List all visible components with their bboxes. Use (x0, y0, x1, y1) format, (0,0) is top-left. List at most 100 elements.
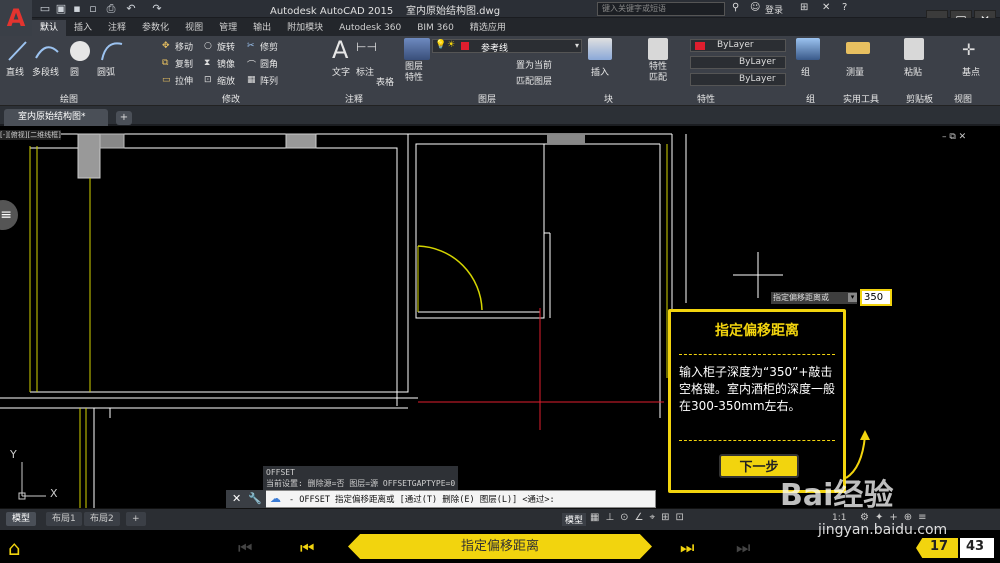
move-button[interactable]: 移动 (175, 40, 193, 53)
new-tab-icon[interactable]: + (116, 111, 132, 125)
arrow-down-icon[interactable]: ▾ (848, 293, 857, 302)
color-swatch (695, 42, 705, 50)
linetype-value: ByLayer (739, 57, 776, 67)
close-command-icon[interactable]: ✕ (232, 492, 241, 505)
fillet-button[interactable]: 圆角 (260, 57, 278, 70)
tab-view[interactable]: 视图 (177, 20, 211, 36)
status-toggles[interactable]: ▦⊥⊙∠⌖⊞⊡ (590, 512, 690, 523)
cloud-icon: ☁ (270, 492, 281, 505)
dimension-icon[interactable]: ⊢⊣ (356, 40, 377, 54)
ucs-icon (18, 462, 46, 500)
undo-icon[interactable]: ↶ (124, 2, 138, 15)
application-menu-button[interactable]: A (0, 0, 32, 36)
previous-step-icon[interactable]: ⏮ (300, 538, 314, 558)
match-layer-button[interactable]: 匹配图层 (516, 74, 552, 87)
model-space-button[interactable]: 模型 (562, 513, 587, 526)
tab-bim360[interactable]: BIM 360 (409, 20, 462, 36)
arc-button[interactable]: 圆弧 (97, 65, 115, 78)
groups-panel-label[interactable]: 组 (806, 92, 815, 105)
command-history-line-1: OFFSET (266, 468, 295, 477)
mirror-button[interactable]: 镜像 (217, 57, 235, 70)
open-file-icon[interactable]: ▣ (54, 2, 68, 15)
stretch-button[interactable]: 拉伸 (175, 74, 193, 87)
tab-default[interactable]: 默认 (32, 20, 67, 36)
block-panel-label[interactable]: 块 (604, 92, 613, 105)
cart-icon[interactable]: ⊞ (800, 2, 808, 13)
clipboard-panel-label[interactable]: 剪贴板 (906, 92, 933, 105)
tab-annotate[interactable]: 注释 (100, 20, 134, 36)
help-icon[interactable]: ? (842, 2, 847, 13)
callout-body: 输入柜子深度为“350”+敲击空格键。室内酒柜的深度一般在300-350mm左右… (679, 365, 836, 413)
add-layout-icon[interactable]: + (126, 512, 146, 526)
properties-panel-label[interactable]: 特性 (697, 92, 715, 105)
tab-layout1[interactable]: 布局1 (46, 512, 82, 526)
rotate-button[interactable]: 旋转 (217, 40, 235, 53)
offset-distance-input[interactable]: 350 (860, 289, 892, 306)
tab-parametric[interactable]: 参数化 (134, 20, 177, 36)
wrench-icon[interactable]: 🔧 (248, 492, 262, 505)
color-dropdown[interactable]: ByLayer (690, 39, 786, 52)
save-icon[interactable]: ▪ (70, 2, 84, 15)
tab-model[interactable]: 模型 (6, 512, 37, 526)
user-icon[interactable]: ☺ (750, 2, 760, 13)
login-link[interactable]: 登录 (765, 3, 783, 16)
layers-panel-label[interactable]: 图层 (478, 92, 496, 105)
file-name: 室内原始结构图.dwg (406, 6, 501, 17)
binoculars-icon[interactable]: ⚲ (732, 2, 739, 13)
tab-a360[interactable]: Autodesk 360 (331, 20, 409, 36)
copy-button[interactable]: 复制 (175, 57, 193, 70)
layer-properties-icon (404, 38, 430, 60)
document-tabs: 室内原始结构图* + (0, 106, 1000, 126)
measure-icon (846, 42, 870, 54)
scale-button[interactable]: 缩放 (217, 74, 235, 87)
match-properties-button[interactable]: 特性 匹配 (649, 62, 667, 84)
paste-button[interactable]: 粘贴 (904, 65, 922, 78)
tab-manage[interactable]: 管理 (211, 20, 245, 36)
move-icon: ✥ (162, 41, 170, 51)
tab-insert[interactable]: 插入 (66, 20, 100, 36)
paste-icon (904, 38, 924, 60)
set-current-button[interactable]: 置为当前 (516, 58, 552, 71)
drawing-canvas[interactable]: Y X [-][俯视][二维线框] – ⧉ ✕ ≡ (0, 128, 1000, 508)
measure-button[interactable]: 测量 (846, 65, 864, 78)
modify-panel-label[interactable]: 修改 (222, 92, 240, 105)
annotation-panel-label[interactable]: 注释 (345, 92, 363, 105)
next-step-icon[interactable]: ⏭ (680, 538, 694, 558)
tab-addins[interactable]: 附加模块 (279, 20, 331, 36)
save-as-icon[interactable]: ▫ (86, 2, 100, 15)
table-button[interactable]: 表格 (376, 75, 394, 88)
lineweight-dropdown[interactable]: ByLayer (690, 73, 786, 86)
viewport-controls[interactable]: – ⧉ ✕ (942, 132, 966, 142)
text-button[interactable]: 文字 (332, 65, 350, 78)
layer-dropdown[interactable]: 💡 ☀ 参考线 ▾ (432, 39, 582, 54)
layer-properties-button[interactable]: 图层 特性 (405, 62, 423, 84)
utilities-panel-label[interactable]: 实用工具 (843, 92, 879, 105)
polyline-button[interactable]: 多段线 (32, 65, 59, 78)
doc-tab-active[interactable]: 室内原始结构图* (4, 109, 108, 126)
dimension-button[interactable]: 标注 (356, 65, 374, 78)
viewport-label[interactable]: [-][俯视][二维线框] (0, 130, 61, 140)
trim-button[interactable]: 修剪 (260, 40, 278, 53)
array-button[interactable]: 阵列 (260, 74, 278, 87)
redo-icon[interactable]: ↷ (150, 2, 164, 15)
tab-output[interactable]: 输出 (245, 20, 279, 36)
insert-block-icon (588, 38, 612, 60)
new-file-icon[interactable]: ▭ (38, 2, 52, 15)
group-button[interactable]: 组 (801, 65, 810, 78)
app-name: Autodesk AutoCAD 2015 (270, 6, 394, 17)
total-steps: 43 (966, 539, 985, 554)
home-icon[interactable]: ⌂ (8, 536, 21, 560)
tab-layout2[interactable]: 布局2 (84, 512, 120, 526)
circle-button[interactable]: 圆 (70, 65, 79, 78)
draw-panel-label[interactable]: 绘图 (60, 92, 78, 105)
print-icon[interactable]: ⎙ (104, 2, 118, 15)
view-panel-label[interactable]: 视图 (954, 92, 972, 105)
line-button[interactable]: 直线 (6, 65, 24, 78)
search-input[interactable]: 键入关键字或短语 (597, 2, 725, 16)
exchange-icon[interactable]: ✕ (822, 2, 830, 13)
insert-button[interactable]: 插入 (591, 65, 609, 78)
base-point-button[interactable]: 基点 (962, 65, 980, 78)
linetype-dropdown[interactable]: ByLayer (690, 56, 786, 69)
tab-featured[interactable]: 精选应用 (462, 20, 514, 36)
autocad-logo-icon: A (6, 4, 26, 32)
